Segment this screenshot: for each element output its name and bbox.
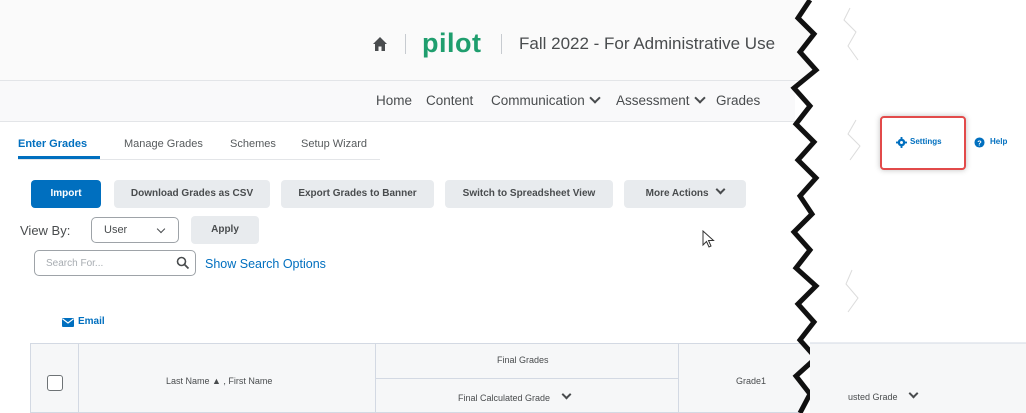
header-divider	[405, 34, 406, 54]
gear-icon[interactable]	[896, 137, 907, 148]
final-grades-group-header: Final Grades	[497, 355, 549, 365]
brand-logo[interactable]: pilot	[422, 28, 481, 59]
tab-setup-wizard[interactable]: Setup Wizard	[301, 138, 367, 150]
svg-text:?: ?	[977, 138, 982, 147]
home-icon[interactable]	[372, 36, 388, 52]
chevron-down-icon	[589, 92, 601, 104]
more-actions-label: More Actions	[645, 188, 709, 199]
settings-link[interactable]: Settings	[910, 137, 942, 146]
tab-schemes[interactable]: Schemes	[230, 138, 276, 150]
final-calculated-grade-label: Final Calculated Grade	[458, 393, 551, 403]
nav-item-communication[interactable]: Communication	[491, 92, 601, 108]
name-column-header[interactable]: Last Name ▲ , First Name	[166, 376, 272, 386]
view-by-label: View By:	[20, 223, 71, 238]
download-csv-button[interactable]: Download Grades as CSV	[114, 180, 270, 208]
email-icon[interactable]	[62, 318, 74, 327]
nav-item-label: Assessment	[616, 93, 690, 108]
table-divider	[78, 343, 79, 413]
table-divider	[678, 343, 679, 413]
help-link[interactable]: Help	[990, 137, 1007, 146]
view-by-value: User	[104, 224, 128, 236]
header-divider	[501, 34, 502, 54]
select-all-checkbox[interactable]	[47, 375, 63, 391]
active-tab-indicator	[18, 156, 100, 159]
chevron-down-icon	[156, 224, 166, 234]
final-calculated-grade-header[interactable]: Final Calculated Grade	[458, 389, 572, 403]
chevron-down-icon	[693, 92, 706, 104]
apply-button[interactable]: Apply	[191, 216, 259, 244]
import-button[interactable]: Import	[31, 180, 101, 208]
mouse-cursor-icon	[702, 230, 715, 248]
spreadsheet-view-button[interactable]: Switch to Spreadsheet View	[445, 180, 613, 208]
adjusted-grade-label: usted Grade	[848, 392, 898, 402]
nav-item-content[interactable]: Content	[426, 93, 473, 108]
search-placeholder: Search For...	[46, 258, 104, 269]
grade1-column-header[interactable]: Grade1	[736, 376, 766, 386]
tabs-divider	[18, 159, 380, 160]
email-link[interactable]: Email	[78, 316, 105, 327]
more-actions-button[interactable]: More Actions	[624, 180, 746, 208]
show-search-options-link[interactable]: Show Search Options	[205, 257, 326, 271]
course-title[interactable]: Fall 2022 - For Administrative Use	[519, 34, 775, 54]
torn-edge-divider	[790, 0, 1026, 413]
nav-item-assessment[interactable]: Assessment	[616, 92, 706, 108]
adjusted-grade-column-header[interactable]: usted Grade	[848, 388, 919, 402]
search-input[interactable]: Search For...	[34, 250, 196, 276]
search-icon[interactable]	[176, 256, 190, 270]
tab-enter-grades[interactable]: Enter Grades	[18, 138, 87, 150]
export-banner-button[interactable]: Export Grades to Banner	[281, 180, 434, 208]
chevron-down-icon	[715, 184, 726, 195]
nav-item-home[interactable]: Home	[376, 93, 412, 108]
help-icon[interactable]: ?	[974, 137, 985, 148]
table-divider	[375, 378, 678, 379]
view-by-select[interactable]: User	[91, 217, 179, 243]
nav-item-label: Communication	[491, 93, 585, 108]
tab-manage-grades[interactable]: Manage Grades	[124, 138, 203, 150]
nav-item-grades[interactable]: Grades	[716, 93, 760, 108]
